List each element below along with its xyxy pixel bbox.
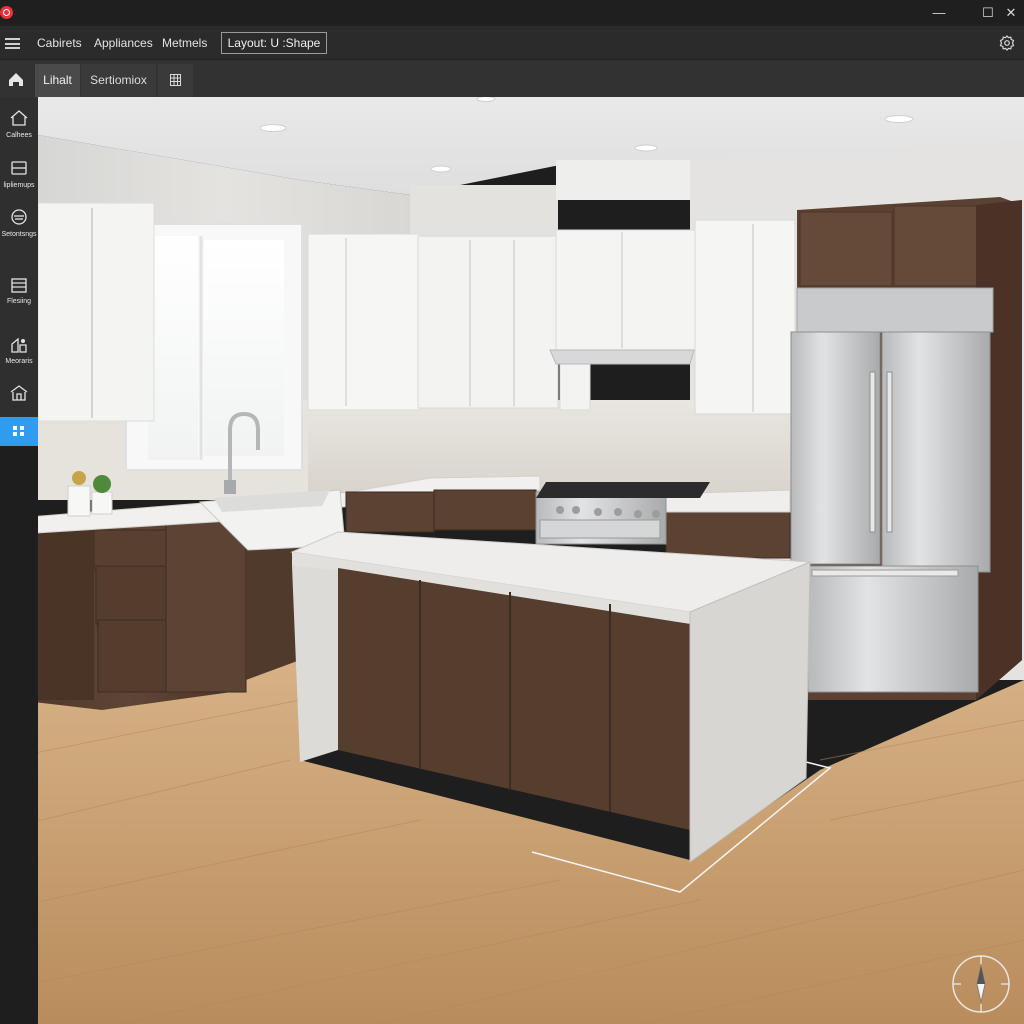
- tab-layout[interactable]: Lihalt: [35, 64, 80, 97]
- sidebar-label-appliances: lipliemups: [3, 182, 35, 189]
- sidebar-item-cabinets[interactable]: Calhees: [0, 109, 38, 143]
- sidebar-item-flooring[interactable]: Flesiing: [0, 277, 38, 311]
- left-tool-sidebar: Calhees lipliemups Setontsngs Flesiing M…: [0, 97, 38, 446]
- sidebar-item-structure[interactable]: [0, 384, 38, 408]
- settings-gear-icon[interactable]: [999, 35, 1015, 51]
- structure-icon: [10, 385, 28, 401]
- stove-icon: [11, 209, 27, 225]
- tab-sections[interactable]: Sertiomiox: [81, 64, 156, 97]
- kitchen-designer-app: — ☐ ✕ Cabirets Appliances Metmels Layout…: [0, 0, 1024, 1024]
- sidebar-label-materials: Meoraris: [5, 358, 33, 365]
- close-button[interactable]: ✕: [994, 0, 1024, 26]
- kitchen-render: [38, 97, 1024, 1024]
- compass-navigation-icon[interactable]: [951, 954, 1011, 1014]
- cabinet-house-icon: [10, 110, 28, 126]
- sidebar-item-materials[interactable]: Meoraris: [0, 336, 38, 370]
- view-toolbar: Lihalt Sertiomiox: [0, 60, 1024, 97]
- home-button[interactable]: [0, 60, 33, 97]
- hamburger-menu-icon[interactable]: [5, 38, 20, 49]
- materials-icon: [11, 337, 27, 353]
- menu-cabinets[interactable]: Cabirets: [37, 35, 82, 51]
- appliance-icon: [11, 161, 27, 175]
- 3d-kitchen-viewport[interactable]: [38, 97, 1024, 1024]
- app-logo-icon: [0, 6, 13, 19]
- sidebar-item-active-tool[interactable]: [0, 417, 38, 446]
- grid-icon: [170, 74, 181, 86]
- minimize-button[interactable]: —: [922, 0, 956, 26]
- title-bar: — ☐ ✕: [0, 0, 1024, 26]
- layout-selector-button[interactable]: Layout: U :Shape: [221, 32, 327, 54]
- menu-appliances[interactable]: Appliances: [94, 35, 153, 51]
- sidebar-item-appliances[interactable]: lipliemups: [0, 159, 38, 193]
- sidebar-label-flooring: Flesiing: [6, 298, 32, 305]
- flooring-icon: [11, 278, 27, 293]
- sidebar-label-settings: Setontsngs: [1, 231, 37, 238]
- sidebar-label-cabinets: Calhees: [6, 132, 32, 139]
- grid-dots-icon: [13, 426, 24, 436]
- sidebar-item-settings[interactable]: Setontsngs: [0, 208, 38, 242]
- home-icon: [9, 73, 23, 86]
- menu-materials[interactable]: Metmels: [162, 35, 207, 51]
- menu-bar: Cabirets Appliances Metmels Layout: U :S…: [0, 26, 1024, 60]
- grid-view-button[interactable]: [158, 64, 193, 97]
